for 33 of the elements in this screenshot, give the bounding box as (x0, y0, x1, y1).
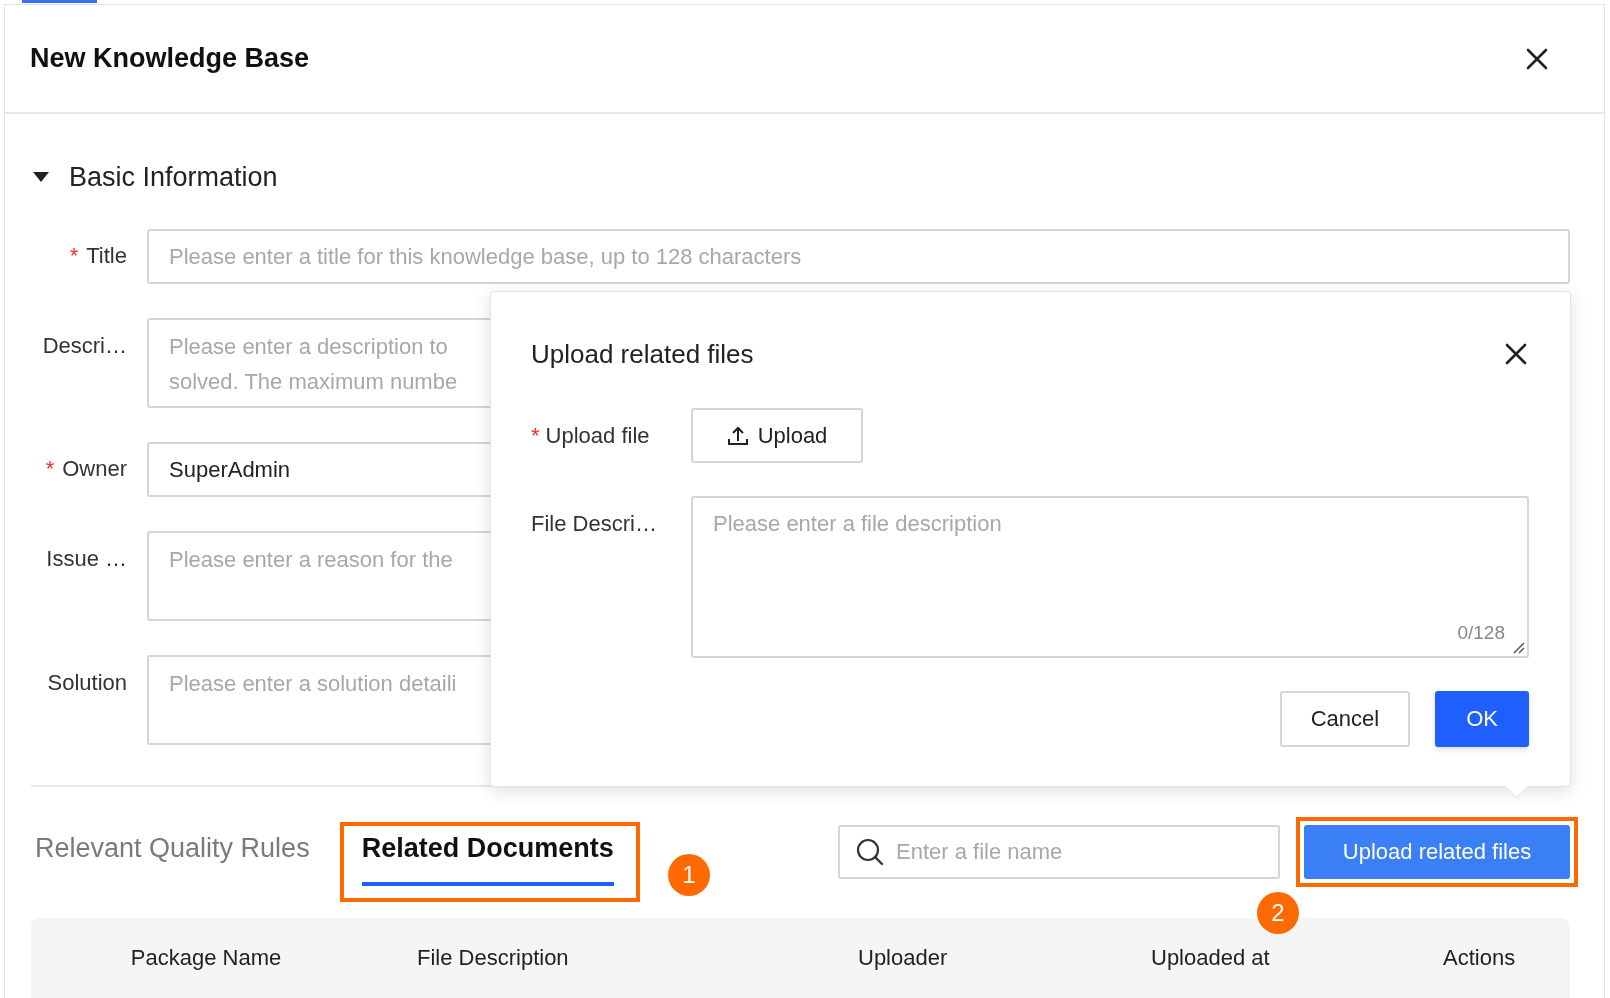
search-field[interactable]: Enter a file name (838, 825, 1280, 879)
cancel-button[interactable]: Cancel (1279, 691, 1411, 747)
column-header: Actions (1442, 944, 1517, 971)
resize-grip-icon (1511, 640, 1525, 654)
dialog-title: New Knowledge Base (30, 43, 310, 74)
upload-button[interactable]: Upload (691, 408, 863, 463)
description-field[interactable]: Please enter a file description 0/128 (691, 496, 1529, 658)
step-badge: 1 (668, 854, 710, 896)
tab[interactable]: Related Documents (361, 832, 614, 886)
upload-files-button[interactable]: Upload related files (1304, 825, 1570, 879)
column-header: Package Name (129, 944, 283, 971)
field-label: Descri… (41, 332, 127, 360)
field-label: * Title (68, 242, 127, 270)
column-header: File Description (416, 944, 570, 971)
field-label: * Upload file (531, 422, 651, 449)
section-title: Basic Information (69, 161, 278, 193)
character-counter: 0/128 (1457, 622, 1505, 644)
caret-icon[interactable] (33, 172, 49, 182)
ok-button[interactable]: OK (1435, 691, 1529, 747)
field-label: File Descri… (531, 510, 658, 537)
input-field[interactable]: Please enter a title for this knowledge base, up to 128 characters (147, 229, 1570, 284)
step-badge: 2 (1257, 892, 1299, 934)
column-header: Uploader (857, 944, 949, 971)
upload-icon (726, 425, 749, 446)
close-icon (1526, 47, 1548, 70)
field-label: Issue … (45, 545, 127, 573)
close-icon (1505, 343, 1527, 365)
column-header: Uploaded at (1150, 944, 1271, 971)
search-icon (856, 838, 884, 866)
popover-title: Upload related files (531, 338, 754, 370)
field-label: Solution (46, 669, 127, 697)
field-label: * Owner (44, 455, 127, 483)
tab[interactable]: Relevant Quality Rules (35, 832, 310, 864)
